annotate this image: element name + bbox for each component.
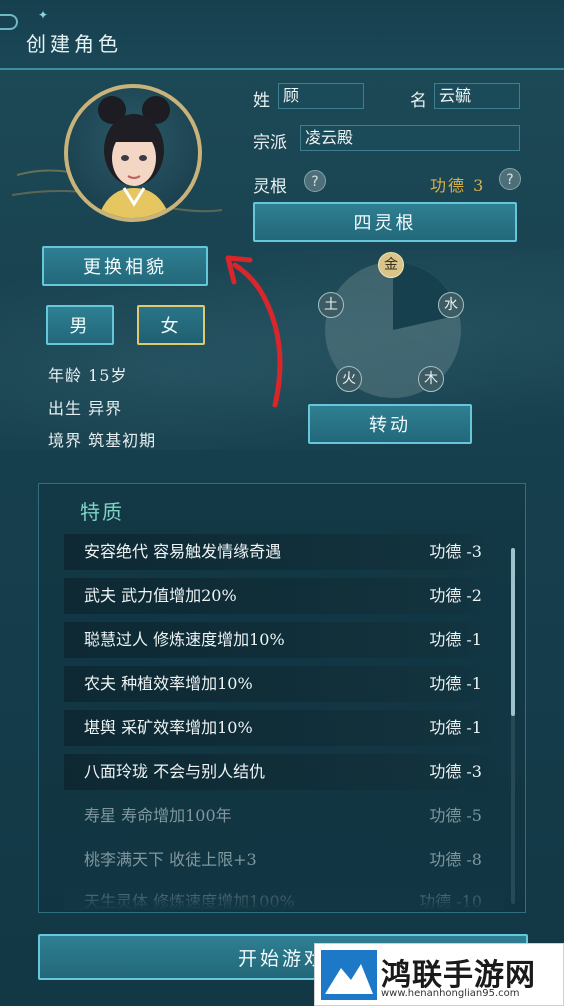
red-arrow-annotation-icon — [225, 255, 283, 408]
element-wood: 木 — [418, 366, 444, 392]
trait-row[interactable]: 堪舆 采矿效率增加10% 功德 -1 — [64, 710, 500, 746]
spirit-root-help-icon[interactable]: ? — [304, 170, 326, 192]
trait-name: 农夫 种植效率增加10% — [84, 674, 253, 693]
spirit-root-label: 灵根 — [253, 177, 287, 197]
sect-label: 宗派 — [253, 133, 287, 153]
merit-points-text: 功德 3 — [430, 176, 486, 195]
element-water: 水 — [438, 292, 464, 318]
traits-title: 特质 — [80, 500, 124, 524]
change-face-button[interactable]: 更换相貌 — [42, 246, 208, 286]
back-bracket-icon[interactable] — [0, 14, 18, 30]
trait-cost: 功德 -1 — [429, 718, 482, 737]
surname-field[interactable]: 顾 — [278, 83, 364, 109]
trait-name: 桃李满天下 收徒上限+3 — [84, 850, 257, 869]
header-bar: ✦ 创建角色 — [0, 0, 564, 70]
page-title: 创建角色 — [26, 32, 122, 56]
trait-row[interactable]: 安容绝代 容易触发情缘奇遇 功德 -3 — [64, 534, 500, 570]
trait-row[interactable]: 寿星 寿命增加100年 功德 -5 — [64, 798, 500, 834]
trait-row[interactable]: 聪慧过人 修炼速度增加10% 功德 -1 — [64, 622, 500, 658]
scrollbar-thumb[interactable] — [511, 548, 515, 716]
spirit-root-type-button[interactable]: 四灵根 — [253, 202, 517, 242]
trait-name: 武夫 武力值增加20% — [84, 586, 237, 605]
watermark-badge: 鸿联手游网 www.henanhonglian95.com — [314, 943, 564, 1006]
trait-name: 堪舆 采矿效率增加10% — [84, 718, 253, 737]
trait-name: 聪慧过人 修炼速度增加10% — [84, 630, 285, 649]
character-portrait — [64, 84, 202, 222]
gender-female-button[interactable]: 女 — [137, 305, 205, 345]
watermark-logo-icon — [321, 950, 377, 1000]
gender-male-button[interactable]: 男 — [46, 305, 114, 345]
surname-label: 姓 — [253, 91, 270, 111]
trait-cost: 功德 -3 — [429, 542, 482, 561]
trait-cost: 功德 -2 — [429, 586, 482, 605]
given-name-label: 名 — [410, 91, 427, 111]
trait-name: 寿星 寿命增加100年 — [84, 806, 232, 825]
birth-text: 出生 异界 — [48, 399, 123, 418]
trait-name: 八面玲珑 不会与别人结仇 — [84, 762, 266, 781]
sect-field[interactable]: 凌云殿 — [300, 125, 520, 151]
watermark-url: www.henanhonglian95.com — [381, 988, 520, 999]
trait-row[interactable]: 武夫 武力值增加20% 功德 -2 — [64, 578, 500, 614]
rotate-button[interactable]: 转动 — [308, 404, 472, 444]
element-earth: 土 — [318, 292, 344, 318]
element-metal: 金 — [378, 252, 404, 278]
trait-cost: 功德 -1 — [429, 674, 482, 693]
trait-cost: 功德 -5 — [429, 806, 482, 825]
trait-row[interactable]: 八面玲珑 不会与别人结仇 功德 -3 — [64, 754, 500, 790]
trait-row[interactable]: 农夫 种植效率增加10% 功德 -1 — [64, 666, 500, 702]
trait-cost: 功德 -1 — [429, 630, 482, 649]
merit-help-icon[interactable]: ? — [499, 168, 521, 190]
trait-cost: 功德 -8 — [429, 850, 482, 869]
trait-row[interactable]: 桃李满天下 收徒上限+3 功德 -8 — [64, 842, 500, 878]
list-fade — [64, 880, 504, 910]
age-text: 年龄 15岁 — [48, 366, 128, 385]
trait-name: 安容绝代 容易触发情缘奇遇 — [84, 542, 282, 561]
given-name-field[interactable]: 云毓 — [434, 83, 520, 109]
realm-text: 境界 筑基初期 — [48, 431, 157, 450]
bird-icon: ✦ — [38, 8, 49, 22]
element-fire: 火 — [336, 366, 362, 392]
character-face-icon — [98, 96, 170, 218]
trait-cost: 功德 -3 — [429, 762, 482, 781]
